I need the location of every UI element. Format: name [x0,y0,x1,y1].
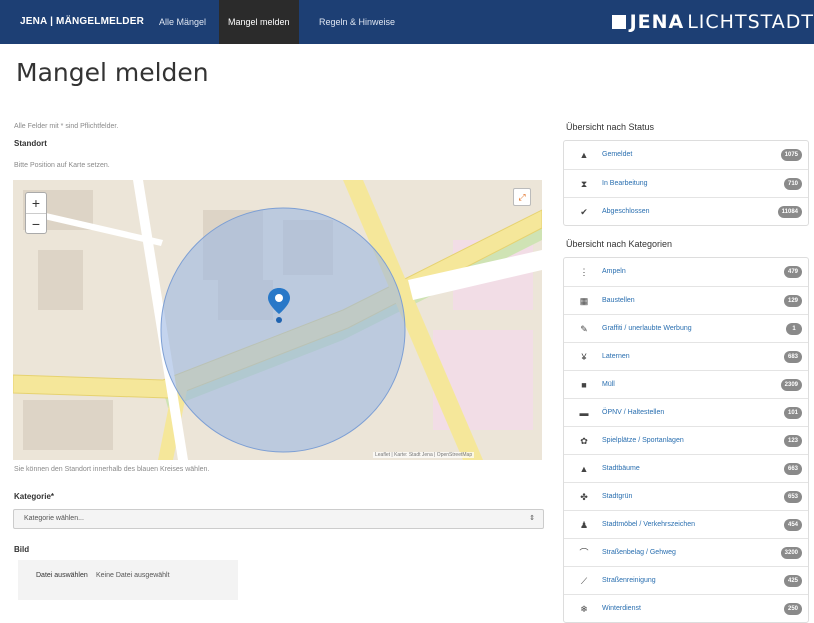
flag-icon: ▲ [579,150,589,160]
category-heading: Übersicht nach Kategorien [566,239,673,249]
nav-all-defects[interactable]: Alle Mängel [150,0,215,44]
tree-icon: ▲ [579,464,589,474]
category-select-value: Kategorie wählen... [24,515,84,522]
traffic-icon: ⋮ [579,267,589,277]
list-item-label[interactable]: Stadtmöbel / Verkehrszeichen [602,511,695,539]
select-caret-icon: ⇕ [529,515,535,522]
count-badge: 11084 [777,206,802,218]
count-badge: 123 [783,435,802,447]
list-item[interactable]: ⌒ Straßenbelag / Gehweg 3200 [564,538,808,566]
list-item-label[interactable]: Straßenreinigung [602,567,656,595]
list-item[interactable]: ▦ Baustellen 129 [564,286,808,314]
list-item-label[interactable]: Spielplätze / Sportanlagen [602,427,684,455]
list-item-label[interactable]: Stadtbäume [602,455,640,483]
file-status: Keine Datei ausgewählt [96,572,170,579]
list-item-label[interactable]: Stadtgrün [602,483,632,511]
count-badge: 1075 [780,149,802,161]
list-item-label[interactable]: Abgeschlossen [602,198,649,226]
list-item-label[interactable]: ÖPNV / Haltestellen [602,399,664,427]
list-item[interactable]: ⧗ In Bearbeitung 710 [564,169,808,197]
list-item-label[interactable]: Straßenbelag / Gehweg [602,539,676,567]
list-item-label[interactable]: Winterdienst [602,595,641,623]
status-heading: Übersicht nach Status [566,122,655,132]
leaf-icon: ✤ [580,492,588,502]
page-title: Mangel melden [16,58,209,87]
nav-report-defect[interactable]: Mangel melden [219,0,299,44]
trash-icon: ■ [581,380,587,390]
list-item[interactable]: ✤ Stadtgrün 653 [564,482,808,510]
count-badge: 653 [783,491,802,503]
count-badge: 2309 [780,379,802,391]
file-input[interactable] [18,560,238,600]
count-badge: 425 [783,575,802,587]
nav-rules[interactable]: Regeln & Hinweise [310,0,404,44]
gear-icon: ✿ [580,436,588,446]
jena-logo: JENA LICHTSTADT [611,0,814,44]
list-item[interactable]: ✎ Graffiti / unerlaubte Werbung 1 [564,314,808,342]
count-badge: 683 [783,351,802,363]
zoom-in-button[interactable]: + [26,193,46,213]
count-badge: 129 [783,295,802,307]
light-icon: ¥ [581,352,587,362]
status-list: ▲ Gemeldet 1075 ⧗ In Bearbeitung 710 ✔ Abgeschl… [563,140,809,226]
bus-icon: ▬ [579,408,589,418]
sign-icon: ♟ [579,520,589,530]
map-zoom-control: + − [25,192,47,234]
logo-square-icon [611,15,626,29]
list-item-label[interactable]: Müll [602,371,615,399]
category-list: ⋮ Ampeln 479 ▦ Baustellen 129 ✎ Graffiti / uner… [563,257,809,623]
map-tiles [13,180,542,460]
count-badge: 3200 [780,547,802,559]
file-choose-button[interactable]: Datei auswählen [36,572,88,579]
count-badge: 479 [783,266,802,278]
zoom-out-button[interactable]: − [26,213,46,233]
brush-icon: ✎ [580,324,588,334]
count-badge: 710 [783,178,802,190]
count-badge: 454 [783,519,802,531]
list-item-label[interactable]: Graffiti / unerlaubte Werbung [602,315,692,343]
category-select[interactable]: Kategorie wählen... ⇕ [13,509,544,529]
list-item[interactable]: ♟ Stadtmöbel / Verkehrszeichen 454 [564,510,808,538]
list-item[interactable]: ⟋ Straßenreinigung 425 [564,566,808,594]
snow-icon: ❄ [580,604,588,614]
required-note: Alle Felder mit * sind Pflichtfelder. [14,123,119,130]
calendar-icon: ▦ [579,296,589,306]
category-label: Kategorie* [14,492,55,501]
road-icon: ⌒ [579,548,589,558]
check-icon: ✔ [580,207,588,217]
list-item[interactable]: ▲ Gemeldet 1075 [564,141,808,169]
list-item-label[interactable]: Baustellen [602,287,635,315]
location-hint: Bitte Position auf Karte setzen. [14,162,110,169]
list-item-label[interactable]: Laternen [602,343,630,371]
count-badge: 101 [783,407,802,419]
list-item[interactable]: ✔ Abgeschlossen 11084 [564,197,808,225]
list-item[interactable]: ❄ Winterdienst 250 [564,594,808,622]
hourglass-icon: ⧗ [580,179,588,189]
list-item-label[interactable]: In Bearbeitung [602,170,648,198]
list-item[interactable]: ▲ Stadtbäume 663 [564,454,808,482]
list-item[interactable]: ■ Müll 2309 [564,370,808,398]
brand-link[interactable]: JENA | MÄNGELMELDER [20,0,144,44]
image-label: Bild [14,545,30,554]
count-badge: 1 [786,323,802,335]
map-hint: Sie können den Standort innerhalb des bl… [14,466,210,473]
top-navbar: JENA | MÄNGELMELDER Alle Mängel Mangel m… [0,0,814,44]
map-attribution: Leaflet | Karte: Stadt Jena | OpenStreet… [373,452,475,458]
map-layer-button[interactable]: ⤢ [513,188,531,206]
count-badge: 250 [783,603,802,615]
broom-icon: ⟋ [580,576,588,586]
location-label: Standort [14,139,47,148]
list-item-label[interactable]: Gemeldet [602,141,632,169]
location-map[interactable] [13,180,542,460]
list-item[interactable]: ⋮ Ampeln 479 [564,258,808,286]
list-item[interactable]: ▬ ÖPNV / Haltestellen 101 [564,398,808,426]
list-item[interactable]: ✿ Spielplätze / Sportanlagen 123 [564,426,808,454]
list-item[interactable]: ¥ Laternen 683 [564,342,808,370]
list-item-label[interactable]: Ampeln [602,258,626,286]
count-badge: 663 [783,463,802,475]
